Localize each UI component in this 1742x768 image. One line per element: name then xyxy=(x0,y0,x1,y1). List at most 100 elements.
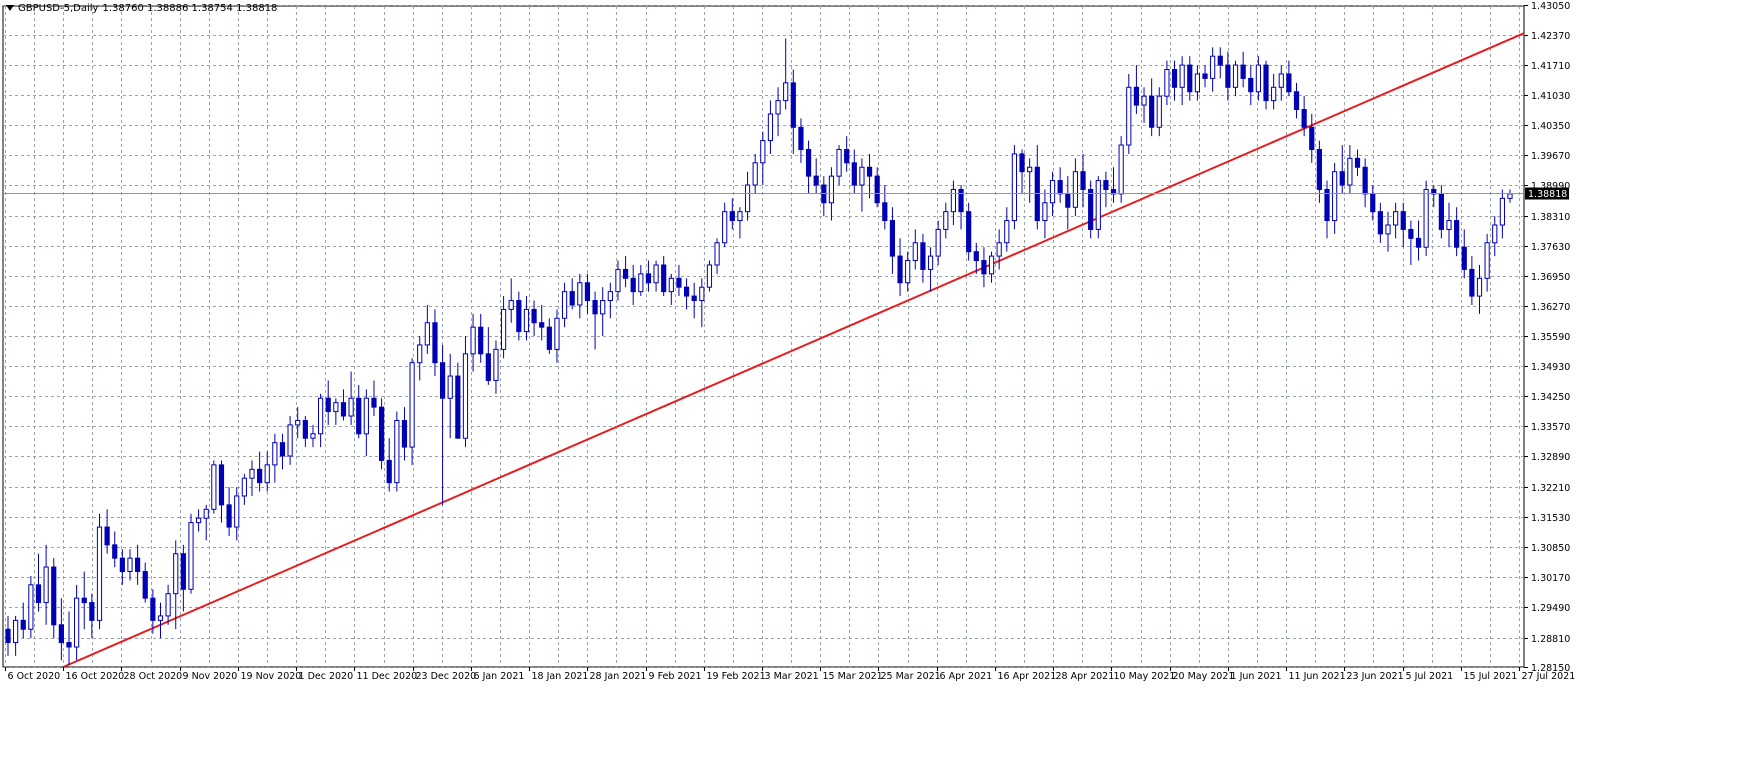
candle-body-bear xyxy=(1149,95,1155,128)
candle-body-bear xyxy=(20,619,26,630)
candle-body-bear xyxy=(1454,220,1460,248)
candle-body-bull xyxy=(1271,86,1277,102)
candle-body-bull xyxy=(264,464,270,484)
candle-body-bear xyxy=(1469,268,1475,297)
candle-body-bear xyxy=(279,442,286,457)
candle-body-bull xyxy=(752,162,758,186)
candle-body-bull xyxy=(1255,64,1261,93)
candle-body-bull xyxy=(1049,180,1056,204)
chart-root: 1.38818 1.43050 1.42370 1.41710 1.41030 1.40… xyxy=(0,0,1742,763)
candle-body-bear xyxy=(1286,73,1292,93)
y-tick-label: 1.43050 xyxy=(1531,1,1570,12)
candle-body-bull xyxy=(241,477,247,497)
y-tick-label: 1.29490 xyxy=(1531,603,1570,614)
candle-body-bear xyxy=(539,322,545,328)
candle-body-bear xyxy=(1103,180,1109,190)
candle-body-bull xyxy=(1210,55,1216,79)
candle-body-bull xyxy=(653,264,659,284)
x-tick-label: 23 Jun 2021 xyxy=(1347,671,1404,682)
candle-body-bull xyxy=(1164,69,1170,97)
candle-body-bull xyxy=(1027,166,1033,173)
x-tick-label: 15 Mar 2021 xyxy=(823,671,883,682)
x-tick-label: 19 Nov 2020 xyxy=(241,671,302,682)
candle-body-bear xyxy=(1309,126,1315,150)
candle-body-bull xyxy=(1004,220,1010,244)
candle-body-bear xyxy=(958,188,964,213)
x-tick-label: 16 Apr 2021 xyxy=(998,671,1057,682)
candle-body-bear xyxy=(844,148,850,164)
candle-body-bull xyxy=(1484,242,1490,279)
y-tick-label: 1.35590 xyxy=(1531,332,1570,343)
candle-body-bull xyxy=(493,348,499,381)
candle-body-bear xyxy=(683,286,690,297)
collapse-triangle-icon[interactable] xyxy=(6,5,14,11)
candle-body-bull xyxy=(912,242,918,262)
x-tick-label: 25 Mar 2021 xyxy=(881,671,941,682)
candle-body-bear xyxy=(1248,77,1254,93)
candle-body-bear xyxy=(81,597,87,604)
candle-body-bull xyxy=(1423,188,1429,248)
candle-body-bull xyxy=(333,402,339,413)
x-tick-label: 16 Oct 2020 xyxy=(66,671,125,682)
price-axis: 1.43050 1.42370 1.41710 1.41030 1.40350 1.396… xyxy=(1524,1,1570,674)
candle-body-bear xyxy=(112,544,118,559)
candle-body-bull xyxy=(1126,86,1132,146)
candle-body-bull xyxy=(668,277,674,293)
candle-body-bear xyxy=(1316,148,1322,190)
y-tick-label: 1.41710 xyxy=(1531,61,1570,72)
candle-body-bull xyxy=(1446,220,1452,230)
y-tick-label: 1.42370 xyxy=(1531,31,1570,42)
candle-body-bull xyxy=(905,260,911,284)
candle-body-bull xyxy=(1476,277,1483,297)
candle-body-bull xyxy=(409,362,415,448)
candle-body-bear xyxy=(35,584,42,604)
candle-body-bear xyxy=(89,602,95,621)
candle-body-bull xyxy=(706,264,713,288)
candle-body-bear xyxy=(1187,64,1193,93)
candle-body-bear xyxy=(1362,166,1368,195)
candle-body-bull xyxy=(1492,224,1498,244)
candle-body-bull xyxy=(722,211,728,244)
candle-body-bear xyxy=(142,570,148,599)
x-tick-label: 27 Jul 2021 xyxy=(1522,671,1576,682)
candle-body-bull xyxy=(417,344,423,364)
candle-body-bull xyxy=(1385,224,1391,235)
candle-body-bear xyxy=(150,597,156,621)
candle-body-bull xyxy=(74,597,80,648)
candle-body-bear xyxy=(1400,211,1406,230)
candle-body-bull xyxy=(1278,73,1284,88)
candle-body-bull xyxy=(714,242,720,266)
candle-body-bear xyxy=(378,406,385,461)
candle-body-bull xyxy=(287,424,293,457)
x-tick-label: 15 Jul 2021 xyxy=(1464,671,1518,682)
x-tick-label: 18 Jan 2021 xyxy=(532,671,589,682)
candle-body-bear xyxy=(1202,73,1208,79)
candle-body-bull xyxy=(783,82,789,102)
candlestick-chart[interactable]: 1.38818 1.430501.423701.417101.410301.40… xyxy=(0,0,1742,763)
candle-body-bull xyxy=(462,353,469,439)
candle-body-bull xyxy=(196,517,202,524)
candle-body-bull xyxy=(1156,95,1162,128)
candle-body-bull xyxy=(348,397,354,417)
candle-body-bull xyxy=(600,300,606,315)
candle-body-bear xyxy=(584,282,591,302)
candle-body-bear xyxy=(5,628,11,644)
candle-body-bull xyxy=(828,175,835,204)
candle-body-bull xyxy=(96,526,103,621)
candle-body-bear xyxy=(58,624,64,644)
symbol-label: GBPUSD-5,Daily xyxy=(18,3,99,14)
y-tick-label: 1.34930 xyxy=(1531,362,1570,373)
candle-body-bear xyxy=(1377,211,1383,235)
candle-body-bull xyxy=(1141,95,1147,106)
candle-body-bull xyxy=(760,140,766,164)
candle-body-bull xyxy=(272,442,278,466)
candle-body-bull xyxy=(394,419,400,484)
candle-body-bull xyxy=(447,375,453,399)
candle-body-bear xyxy=(1339,171,1345,186)
x-tick-label: 6 Oct 2020 xyxy=(8,671,61,682)
candle-body-bear xyxy=(729,211,735,222)
candle-body-bull xyxy=(744,184,751,213)
candle-body-bear xyxy=(386,459,392,484)
x-tick-label: 19 Feb 2021 xyxy=(707,671,766,682)
x-tick-label: 9 Nov 2020 xyxy=(183,671,238,682)
